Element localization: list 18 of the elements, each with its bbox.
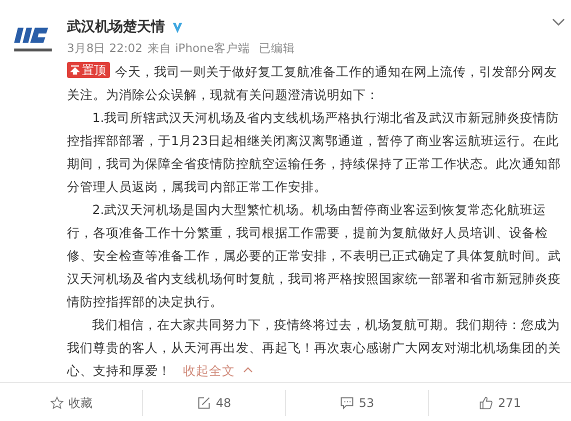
post-time[interactable]: 3月8日 22:02 <box>67 41 142 56</box>
repost-button[interactable]: 48 <box>142 390 285 416</box>
like-button[interactable]: 271 <box>428 390 571 416</box>
paragraph: 我们相信，在大家共同努力下，疫情终将过去，机场复航可期。我们期待：您成为我们尊贵的客人，从天河再出发、再起飞！再次衷心感谢广大网友对湖北机场集团的关心、支持和厚爱！ 收起全文 <box>67 316 562 380</box>
author-name[interactable]: 武汉机场楚天情 <box>67 18 165 36</box>
thumbs-up-icon <box>479 396 494 410</box>
edited-label[interactable]: 已编辑 <box>258 41 295 56</box>
paragraph: 2.武汉天河机场是国内大型繁忙机场。机场由暂停商业客运到恢复常态化航班运行，各项准备工作十分繁重，我司根据工作需要，提前为复航做好人员培训、设备检修、安全检查等准备工作，属必要的正常安排，不表明已正式确定了具体复航时间。武汉天河机场及省内支线机场何时复航，我司将严格按照国家统一部署和省市新冠肺炎疫情防控指挥部的决定执行。 <box>67 201 562 311</box>
paragraph: 置顶 今天，我司一则关于做好复工复航准备工作的通知在网上流传，引发部分网友关注。为消除公众误解，现就有关问题澄清说明如下： <box>67 61 558 104</box>
paragraph: 1.我司所辖武汉天河机场及省内支线机场严格执行湖北省及武汉市新冠肺炎疫情防控指挥部部署，于1月23日起相继关闭离汉离鄂通道，暂停了商业客运航班运行。在此期间，我司为保障全省疫情防控航空运输任务，持续保持了正常工作状态。此次通知部分管理人员返岗，属我司内部正常工作安排。 <box>67 109 562 196</box>
chevron-down-icon[interactable] <box>552 18 565 26</box>
pinned-badge: 置顶 <box>67 62 110 78</box>
comment-icon <box>340 396 354 410</box>
caret-up-icon[interactable] <box>243 367 253 373</box>
post-source: 来自 iPhone客户端 <box>147 41 250 56</box>
favorite-button[interactable]: 收藏 <box>0 390 142 416</box>
comment-button[interactable]: 53 <box>285 390 428 416</box>
star-icon <box>50 396 64 410</box>
